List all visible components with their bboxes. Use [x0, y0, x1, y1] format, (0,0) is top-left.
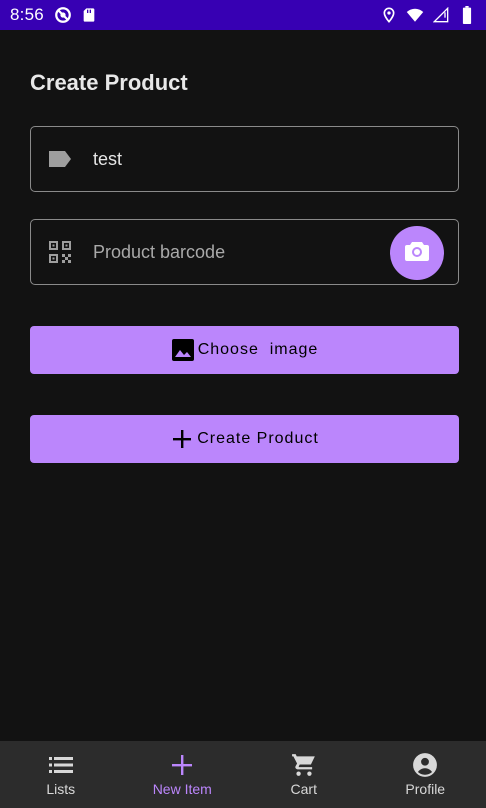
list-icon — [47, 751, 75, 779]
wifi-icon — [406, 6, 424, 24]
barcode-placeholder[interactable]: Product barcode — [93, 242, 225, 263]
status-time: 8:56 — [10, 5, 44, 24]
signal-icon — [432, 6, 450, 24]
nav-item-lists[interactable]: Lists — [0, 741, 122, 808]
bottom-navigation: Lists New Item Cart Profile — [0, 741, 486, 808]
product-barcode-field[interactable]: Product barcode — [30, 219, 459, 285]
product-name-value[interactable]: test — [93, 149, 122, 170]
create-product-button[interactable]: Create Product — [30, 415, 459, 463]
nav-label-new-item: New Item — [152, 781, 212, 797]
page-title: Create Product — [30, 70, 188, 95]
account-circle-icon — [411, 751, 439, 779]
status-right-icons — [380, 6, 476, 24]
choose-image-button[interactable]: Choose image — [30, 326, 459, 374]
image-icon — [171, 338, 195, 362]
cart-icon — [290, 751, 318, 779]
location-icon — [380, 6, 398, 24]
plus-icon — [168, 751, 196, 779]
status-bar: 8:56 — [0, 0, 486, 30]
nav-item-new-item[interactable]: New Item — [122, 741, 244, 808]
qr-code-icon — [47, 239, 73, 265]
nav-label-profile: Profile — [405, 781, 446, 797]
sd-card-icon — [80, 6, 98, 24]
choose-image-label: Choose image — [197, 341, 319, 358]
product-name-field[interactable]: test — [30, 126, 459, 192]
label-tag-icon — [47, 146, 73, 172]
plus-icon — [170, 427, 194, 451]
nav-item-profile[interactable]: Profile — [365, 741, 486, 808]
nav-label-cart: Cart — [290, 781, 317, 797]
no-disturb-icon — [54, 6, 72, 24]
scan-barcode-button[interactable] — [390, 226, 444, 280]
nav-item-cart[interactable]: Cart — [243, 741, 365, 808]
nav-label-lists: Lists — [46, 781, 76, 797]
battery-icon — [458, 6, 476, 24]
status-left-icons — [54, 6, 98, 24]
create-product-label: Create Product — [197, 430, 319, 447]
camera-icon — [404, 239, 430, 268]
